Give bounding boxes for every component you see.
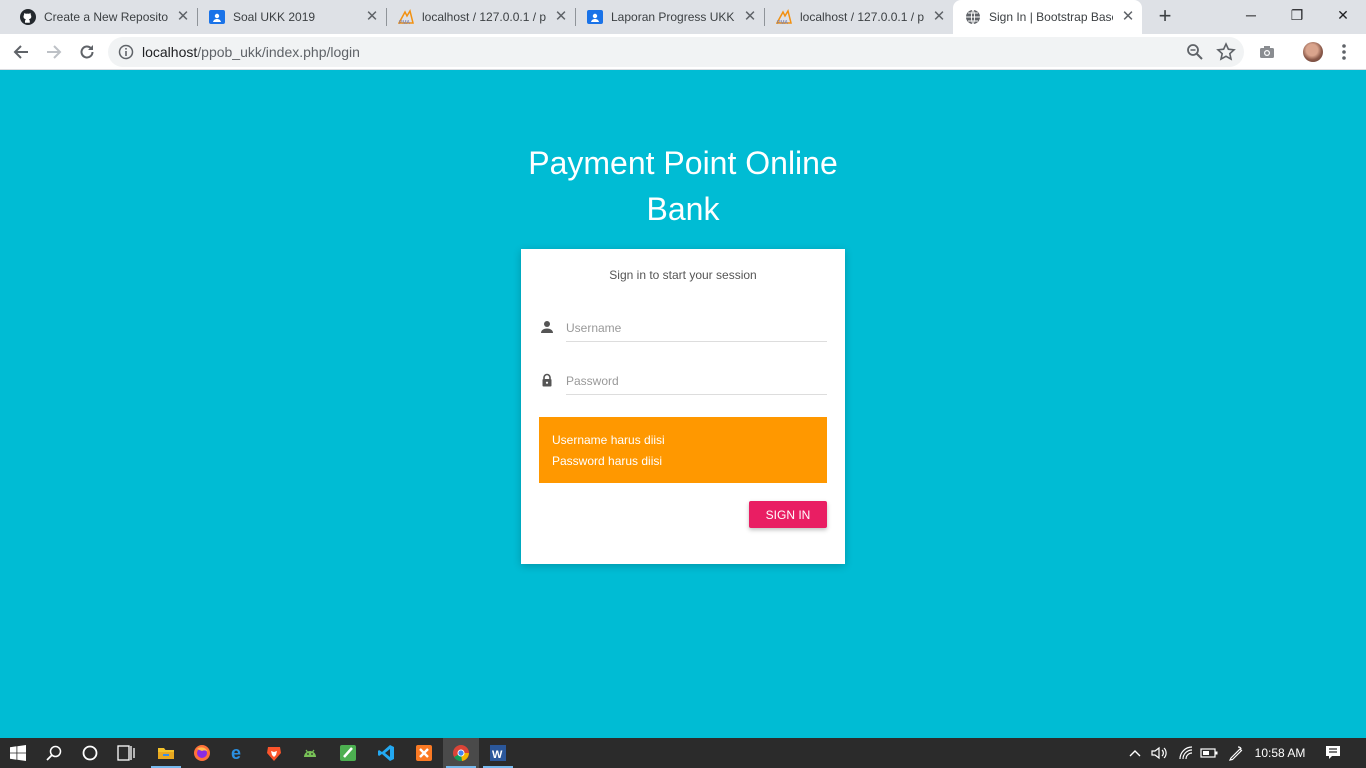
zoom-icon[interactable]: [1186, 43, 1204, 61]
brave-icon[interactable]: [256, 738, 292, 768]
tab-laporan-progress[interactable]: Laporan Progress UKK T ✕: [575, 0, 765, 34]
svg-text:e: e: [231, 744, 241, 762]
back-arrow-icon[interactable]: [7, 38, 35, 66]
close-icon[interactable]: ✕: [175, 9, 191, 25]
password-error: Password harus diisi: [552, 454, 663, 468]
chrome-icon[interactable]: [443, 738, 479, 768]
close-icon[interactable]: ✕: [364, 9, 380, 25]
github-icon: [20, 9, 36, 25]
xampp-icon[interactable]: [406, 738, 442, 768]
username-input[interactable]: [566, 314, 827, 342]
bookmark-star-icon[interactable]: [1216, 42, 1236, 62]
sign-in-button[interactable]: SIGN IN: [749, 501, 827, 528]
cortana-icon[interactable]: [72, 738, 108, 768]
android-studio-icon[interactable]: [292, 738, 328, 768]
login-message: Sign in to start your session: [609, 268, 757, 282]
window-close-icon[interactable]: ✕: [1320, 0, 1366, 30]
clock-time[interactable]: 10:58 AM: [1250, 738, 1310, 768]
battery-icon[interactable]: [1199, 738, 1219, 768]
sublime-text-icon[interactable]: [330, 738, 366, 768]
tab-phpmyadmin-1[interactable]: PMA localhost / 127.0.0.1 / p ✕: [386, 0, 576, 34]
url-host: localhost: [142, 44, 198, 60]
login-card: Sign in to start your session Username h…: [521, 249, 845, 564]
new-tab-plus-icon[interactable]: +: [1153, 5, 1177, 29]
page-title-line-2: Bank: [646, 191, 720, 227]
google-classroom-icon: [587, 9, 603, 25]
task-view-icon[interactable]: [108, 738, 144, 768]
tab-title: localhost / 127.0.0.1 / p: [800, 10, 924, 24]
address-bar[interactable]: localhost/ppob_ukk/index.php/login: [108, 37, 1244, 67]
url-text: localhost/ppob_ukk/index.php/login: [142, 44, 360, 60]
close-icon[interactable]: ✕: [1120, 9, 1136, 25]
tab-title: Create a New Repositor: [44, 10, 168, 24]
info-icon[interactable]: [118, 44, 134, 60]
taskbar: e W 10:58 AM: [0, 738, 1366, 768]
restore-icon[interactable]: ❐: [1274, 0, 1320, 30]
close-icon[interactable]: ✕: [931, 9, 947, 25]
tab-sign-in[interactable]: Sign In | Bootstrap Base ✕: [953, 0, 1142, 34]
volume-icon[interactable]: [1150, 738, 1170, 768]
svg-text:W: W: [492, 749, 503, 761]
google-classroom-icon: [209, 9, 225, 25]
phpmyadmin-icon: PMA: [398, 9, 414, 25]
edge-icon[interactable]: e: [220, 738, 256, 768]
file-explorer-icon[interactable]: [148, 738, 184, 768]
svg-text:PMA: PMA: [399, 20, 411, 25]
globe-icon: [965, 9, 981, 25]
more-menu-icon[interactable]: [1336, 42, 1352, 62]
word-icon[interactable]: W: [480, 738, 516, 768]
tab-title: Laporan Progress UKK T: [611, 10, 735, 24]
forward-arrow-icon[interactable]: [40, 38, 68, 66]
tab-title: localhost / 127.0.0.1 / p: [422, 10, 546, 24]
phpmyadmin-icon: PMA: [776, 9, 792, 25]
show-hidden-icons-chevron-icon[interactable]: [1126, 738, 1144, 768]
windows-start-icon[interactable]: [0, 738, 36, 768]
reload-icon[interactable]: [73, 38, 101, 66]
tab-title: Soal UKK 2019: [233, 10, 316, 24]
search-icon[interactable]: [36, 738, 72, 768]
lock-icon: [540, 373, 554, 387]
svg-text:PMA: PMA: [777, 20, 789, 25]
url-path: /ppob_ukk/index.php/login: [197, 44, 360, 60]
username-error: Username harus diisi: [552, 433, 665, 447]
validation-alert: Username harus diisi Password harus diis…: [539, 417, 827, 483]
firefox-icon[interactable]: [184, 738, 220, 768]
person-icon: [540, 320, 554, 334]
password-input[interactable]: [566, 367, 827, 395]
camera-icon[interactable]: [1258, 43, 1276, 61]
tab-github[interactable]: Create a New Repositor ✕: [8, 0, 198, 34]
page-title: Payment Point Online Bank: [483, 140, 883, 232]
browser-toolbar: localhost/ppob_ukk/index.php/login: [0, 34, 1366, 70]
tab-phpmyadmin-2[interactable]: PMA localhost / 127.0.0.1 / p ✕: [764, 0, 953, 34]
vscode-icon[interactable]: [368, 738, 404, 768]
tab-title: Sign In | Bootstrap Base: [989, 10, 1113, 24]
pen-ink-icon[interactable]: [1226, 738, 1246, 768]
minimize-icon[interactable]: ─: [1228, 0, 1274, 30]
close-icon[interactable]: ✕: [742, 9, 758, 25]
profile-avatar[interactable]: [1303, 42, 1323, 62]
notification-center-icon[interactable]: [1318, 738, 1348, 768]
close-icon[interactable]: ✕: [553, 9, 569, 25]
page-title-line-1: Payment Point Online: [528, 145, 838, 181]
tab-soal-ukk[interactable]: Soal UKK 2019 ✕: [197, 0, 387, 34]
wifi-icon[interactable]: [1176, 738, 1196, 768]
tab-strip: Create a New Repositor ✕ Soal UKK 2019 ✕…: [0, 0, 1366, 34]
